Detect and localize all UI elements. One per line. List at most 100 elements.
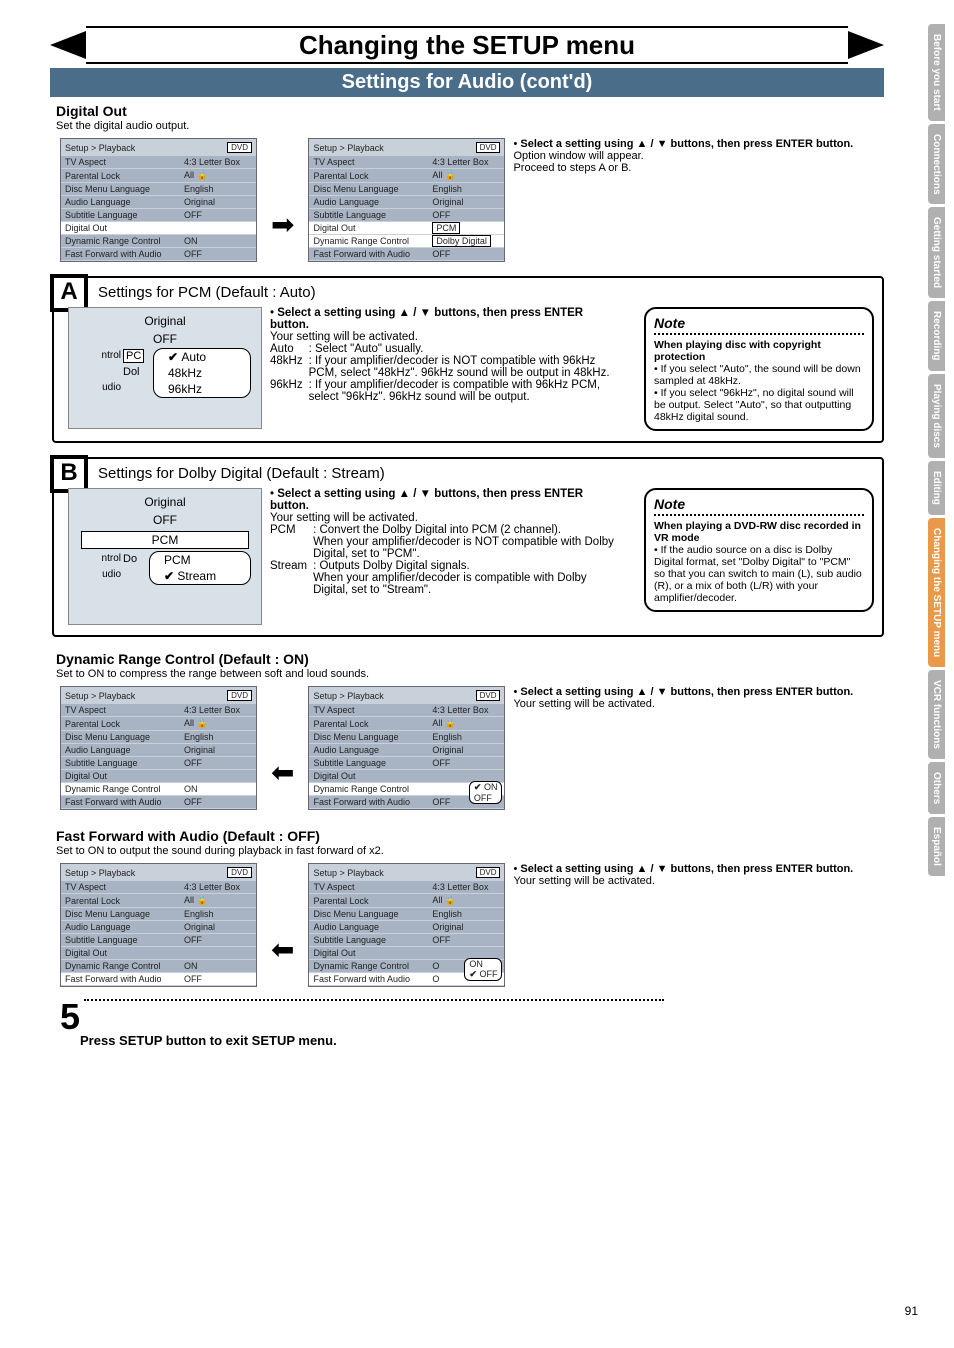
osd-row-k: Fast Forward with Audio — [309, 796, 428, 809]
osd-row-k: Disc Menu Language — [309, 731, 428, 744]
osd-row-v: OFF — [180, 934, 256, 947]
snap-edge: ntrol — [102, 553, 121, 564]
osd-row-k: Audio Language — [61, 921, 180, 934]
dvd-badge: DVD — [476, 867, 501, 878]
osd-drc-left: Setup > PlaybackDVD TV Aspect4:3 Letter … — [60, 686, 257, 810]
osd-row-v: All 🔒 — [180, 169, 256, 183]
opt-96: 96kHz — [154, 381, 250, 397]
osd-row-v: Original — [428, 196, 504, 209]
section-b: B Settings for Dolby Digital (Default : … — [52, 457, 884, 637]
osd-row-v: 4:3 Letter Box — [428, 156, 504, 169]
opt-on: ON — [469, 959, 497, 969]
osd-row-k: Subtitle Language — [61, 757, 180, 770]
tab-getting: Getting started — [928, 207, 945, 298]
ff-sub: Set to ON to output the sound during pla… — [56, 845, 924, 857]
tab-esp: Español — [928, 817, 945, 876]
osd-row-k: Disc Menu Language — [61, 908, 180, 921]
osd-row-v: All 🔒 — [428, 169, 504, 183]
osd-crumb: Setup > Playback — [65, 868, 135, 878]
osd-row-k: Disc Menu Language — [309, 908, 428, 921]
osd-row-v: OFF — [180, 757, 256, 770]
osd-row-v: All 🔒 — [428, 894, 504, 908]
arrow-left-icon: ⬅ — [257, 686, 308, 789]
instr-line: Option window will appear. — [513, 150, 643, 162]
dvd-badge: DVD — [476, 142, 501, 153]
note-title: Note — [654, 496, 864, 512]
snap-b: Original OFF PCM ntrol udio Do PCM Strea… — [68, 488, 262, 625]
osd-row-k: TV Aspect — [61, 881, 180, 894]
osd-row-k: Digital Out — [61, 770, 180, 783]
opt-stream: Stream — [150, 568, 250, 584]
osd-row-v: Original — [180, 921, 256, 934]
osd-row-k: Digital Out — [309, 947, 428, 960]
page-title: Changing the SETUP menu — [299, 30, 635, 61]
popup-dolby-label: Dolby Digital — [432, 235, 491, 247]
instr-bold: Select a setting using ▲ / ▼ buttons, th… — [520, 863, 853, 875]
osd-row-v: ON — [180, 960, 256, 973]
osd-row-k: Subtitle Language — [61, 934, 180, 947]
osd-row-v: English — [180, 908, 256, 921]
osd-row-k: TV Aspect — [309, 881, 428, 894]
section-tabs: Before you start Connections Getting sta… — [928, 24, 948, 879]
osd-row-k: Dynamic Range Control — [61, 235, 180, 248]
def-v: : If your amplifier/decoder is NOT compa… — [309, 355, 624, 379]
ornament-right — [848, 31, 884, 59]
section-sub: Set the digital audio output. — [56, 120, 924, 132]
tab-others: Others — [928, 762, 945, 814]
instr-bold: Select a setting using ▲ / ▼ buttons, th… — [520, 138, 853, 150]
osd-row-k: Digital Out — [309, 222, 428, 235]
def-k: 48kHz — [270, 355, 309, 379]
def-k: 96kHz — [270, 379, 309, 403]
osd-row-v — [180, 770, 256, 783]
snap-line: OFF — [75, 330, 255, 348]
snap-edge: Dol — [123, 366, 140, 378]
note-b: Note When playing a DVD-RW disc recorded… — [644, 488, 874, 612]
popup-pcm-label: PCM — [432, 222, 460, 234]
osd-row-k: Subtitle Language — [309, 934, 428, 947]
snap-line: Original — [75, 312, 255, 330]
osd-row-k: Audio Language — [61, 196, 180, 209]
tab-recording: Recording — [928, 301, 945, 370]
snap-edge: ntrol — [102, 350, 121, 361]
instr-sub: Your setting will be activated. — [270, 331, 418, 343]
osd-row-k: TV Aspect — [61, 156, 180, 169]
note-title: Note — [654, 315, 864, 331]
snap-big: PCM — [81, 531, 249, 549]
osd-row-v: 4:3 Letter Box — [428, 881, 504, 894]
osd-row-k: Disc Menu Language — [61, 731, 180, 744]
osd-row-v: OFF — [428, 209, 504, 222]
osd-row-k: Subtitle Language — [309, 209, 428, 222]
osd-row-k: Dynamic Range Control — [309, 960, 428, 973]
osd-row-v: ON — [180, 783, 256, 796]
opt-off: OFF — [474, 793, 498, 803]
instr-bold: Select a setting using ▲ / ▼ buttons, th… — [270, 488, 583, 512]
instr-line: Your setting will be activated. — [513, 875, 654, 887]
osd-row-k: Digital Out — [309, 770, 428, 783]
osd-row-v: OFF — [180, 973, 256, 986]
osd-row-v: OFF — [428, 757, 504, 770]
osd-row-k: Fast Forward with Audio — [309, 973, 428, 986]
section-a: A Settings for PCM (Default : Auto) Orig… — [52, 276, 884, 443]
osd-row-k: Subtitle Language — [61, 209, 180, 222]
section-b-title: Settings for Dolby Digital (Default : St… — [98, 465, 874, 482]
osd-row-k: Fast Forward with Audio — [309, 248, 428, 261]
osd-row-v: Original — [428, 744, 504, 757]
note-item: If the audio source on a disc is Dolby D… — [654, 544, 862, 604]
osd-row-v: English — [180, 731, 256, 744]
osd-row-k: Digital Out — [61, 222, 180, 235]
osd-row-k: TV Aspect — [309, 156, 428, 169]
instr-line: Proceed to steps A or B. — [513, 162, 631, 174]
drc-heading: Dynamic Range Control (Default : ON) — [56, 651, 924, 667]
osd-row-k: Parental Lock — [309, 717, 428, 731]
osd-row-k: Fast Forward with Audio — [61, 796, 180, 809]
osd-row-v — [180, 947, 256, 960]
osd-row-k: Parental Lock — [61, 169, 180, 183]
note-a: Note When playing disc with copyright pr… — [644, 307, 874, 431]
snap-a: Original OFF ntrol udio PC Dol Auto 48kH… — [68, 307, 262, 429]
dvd-badge: DVD — [227, 142, 252, 153]
drc-sub: Set to ON to compress the range between … — [56, 668, 924, 680]
def-v: : Convert the Dolby Digital into PCM (2 … — [313, 524, 624, 560]
osd-row-v — [180, 222, 256, 235]
arrow-left-icon: ⬅ — [257, 863, 308, 966]
osd-row-k: Parental Lock — [309, 169, 428, 183]
